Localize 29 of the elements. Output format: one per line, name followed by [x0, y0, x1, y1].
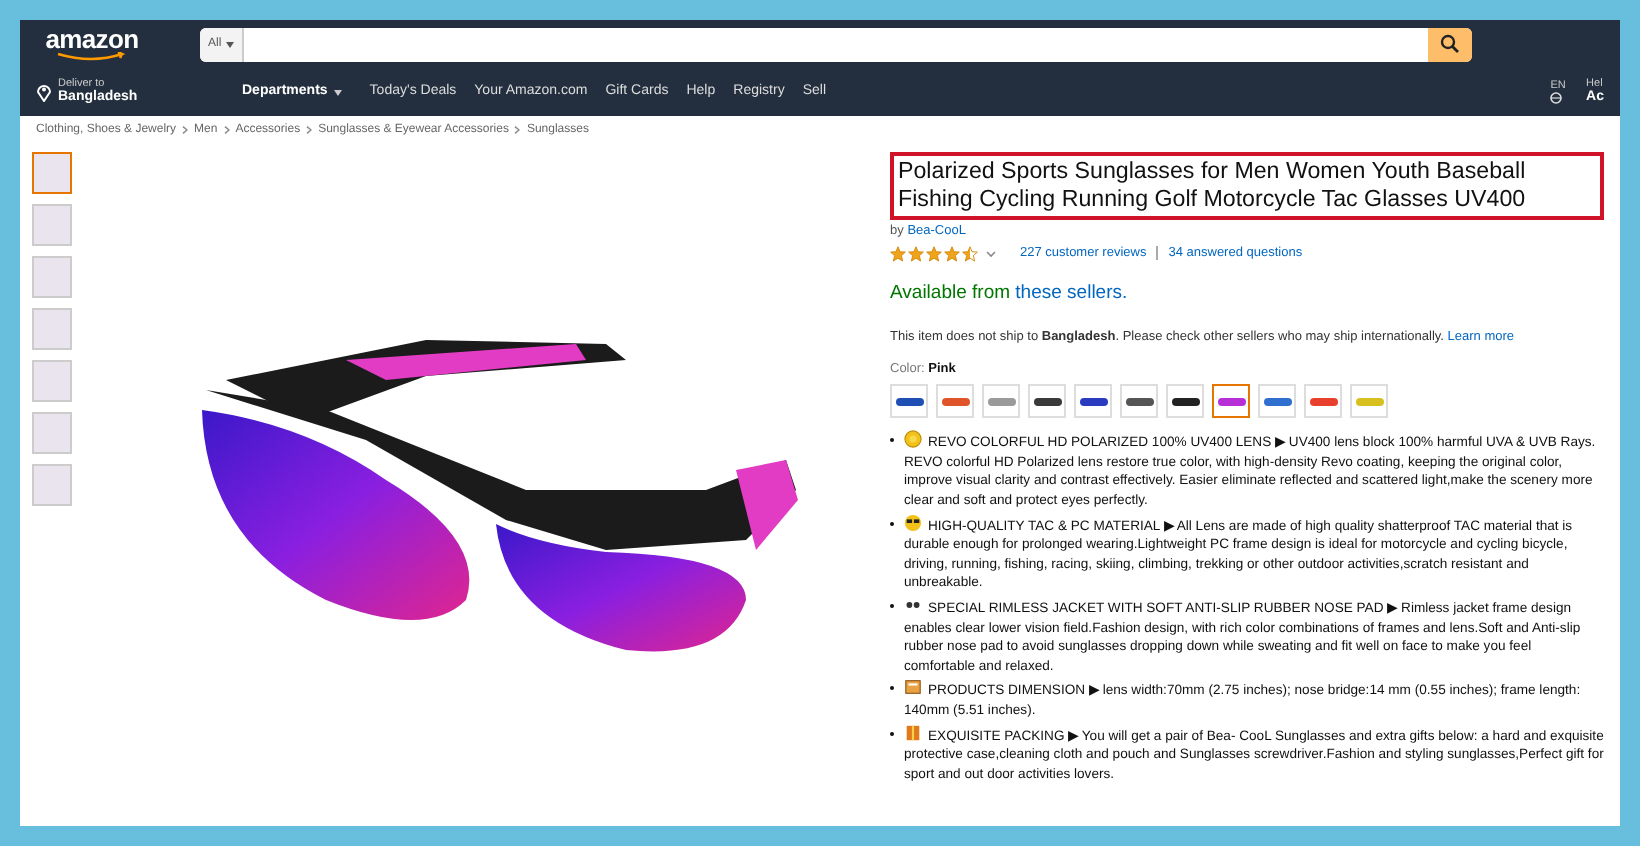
sunglasses-face-icon	[904, 513, 922, 532]
package-icon	[904, 678, 922, 697]
chevron-icon	[223, 126, 230, 134]
thumbnail-photo[interactable]	[32, 412, 72, 454]
glasses-icon	[904, 596, 922, 614]
thumbnail-photo[interactable]	[32, 308, 72, 350]
gift-icon	[904, 723, 922, 742]
chevron-icon	[182, 126, 189, 134]
thumbnail-photo[interactable]	[32, 464, 72, 506]
thumbnail-photo[interactable]	[32, 256, 72, 298]
location-pin-icon	[36, 82, 52, 102]
sun-icon	[904, 430, 922, 449]
star-rating[interactable]	[890, 245, 978, 262]
globe-icon	[1550, 92, 1567, 104]
search-icon	[1440, 34, 1460, 54]
chevron-icon	[306, 126, 313, 134]
caret-icon[interactable]	[986, 249, 996, 258]
search-button[interactable]	[1428, 27, 1472, 61]
chevron-icon	[514, 126, 521, 134]
thumbnail-photo[interactable]	[32, 204, 72, 246]
availability-text: Available from	[890, 281, 1013, 303]
thumbnail-photo[interactable]	[32, 360, 72, 402]
color-swatch[interactable]	[1212, 384, 1250, 419]
amazon-logo[interactable]: amazon	[45, 26, 139, 52]
thumbnail-photo[interactable]	[32, 152, 72, 194]
caret-icon	[225, 41, 234, 47]
caret-icon	[333, 89, 342, 95]
product-title: Polarized Sports Sunglasses for Men Women Youth Baseball Fishing Cycling Running Golf Motorcycle Tac Glasses UV400	[890, 152, 1604, 220]
sellers-link[interactable]: these sellers.	[1015, 281, 1128, 303]
